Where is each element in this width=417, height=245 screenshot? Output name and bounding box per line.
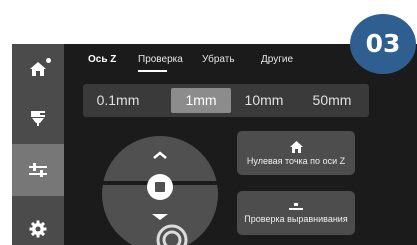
active-tab-indicator: [138, 70, 167, 72]
sidebar-item-controls[interactable]: [12, 144, 64, 196]
step-option-0.1mm[interactable]: 0.1mm: [89, 84, 147, 117]
stop-icon: [155, 182, 165, 192]
gear-icon: [29, 220, 47, 238]
stop-button[interactable]: [147, 174, 173, 200]
tab-z-axis[interactable]: Ось Z: [88, 54, 116, 65]
home-icon: [289, 140, 303, 153]
tab-check[interactable]: Проверка: [138, 54, 183, 65]
tab-remove[interactable]: Убрать: [202, 54, 235, 65]
nozzle-icon: [31, 111, 45, 126]
notification-dot: [46, 58, 51, 63]
sliders-icon: [29, 163, 47, 177]
step-option-10mm[interactable]: 10mm: [235, 84, 293, 117]
bed-leveling-button[interactable]: Проверка выравнивания: [237, 191, 355, 235]
step-selector: 0.1mm 1mm 10mm 50mm: [83, 84, 369, 117]
step-option-50mm[interactable]: 50mm: [301, 84, 363, 117]
tab-other[interactable]: Другие: [261, 54, 293, 65]
bed-level-icon: [289, 202, 303, 210]
bed-leveling-label: Проверка выравнивания: [244, 213, 348, 224]
sidebar-item-settings[interactable]: [12, 204, 64, 245]
home-icon: [30, 62, 46, 76]
step-number-badge: 03: [350, 14, 416, 74]
z-home-button[interactable]: Нулевая точка по оси Z: [237, 131, 355, 175]
jog-wheel: [96, 136, 226, 245]
step-option-1mm[interactable]: 1mm: [171, 88, 231, 113]
sidebar-item-home[interactable]: [12, 44, 64, 94]
sidebar-item-nozzle[interactable]: [12, 94, 64, 144]
z-home-label: Нулевая точка по оси Z: [246, 155, 346, 166]
sidebar: [12, 44, 64, 245]
printer-screen: Ось Z Проверка Убрать Другие 0.1mm 1mm 1…: [12, 44, 417, 245]
